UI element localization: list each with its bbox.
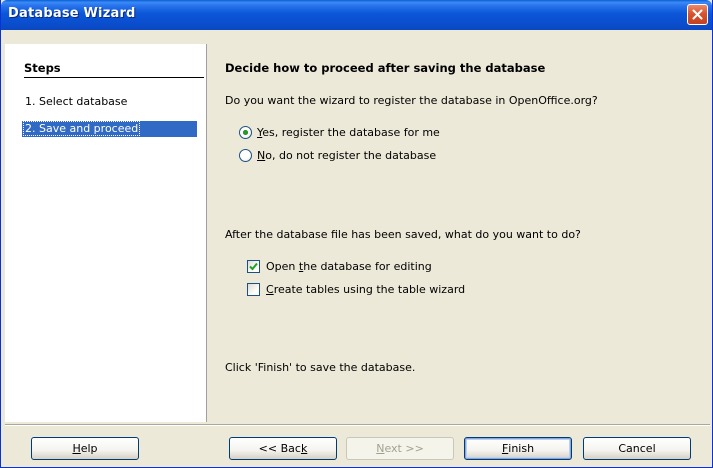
- radio-register-yes[interactable]: Yes, register the database for me: [239, 124, 440, 140]
- help-button[interactable]: Help: [31, 437, 139, 460]
- window-title: Database Wizard: [8, 6, 136, 21]
- radio-button[interactable]: [239, 125, 252, 139]
- content-area: Decide how to proceed after saving the d…: [207, 44, 712, 422]
- bottom-separator: [5, 424, 710, 426]
- back-button[interactable]: << Bac k: [229, 437, 337, 460]
- finish-hint: Click 'Finish' to save the database.: [225, 361, 416, 374]
- checkbox-create-tables[interactable]: Create tables using the table wizard: [247, 281, 465, 297]
- checkbox-open-for-editing[interactable]: Open the database for editing: [247, 258, 432, 274]
- radio-label: No, do not register the database: [257, 148, 437, 162]
- checkbox-label: Open the database for editing: [266, 259, 432, 273]
- step-save-and-proceed[interactable]: 2. Save and proceed: [22, 121, 197, 137]
- checkbox[interactable]: [247, 259, 260, 273]
- radio-register-no[interactable]: No, do not register the database: [239, 147, 436, 163]
- checkbox[interactable]: [247, 282, 260, 296]
- step-label: 2. Save and proceed: [23, 121, 141, 136]
- radio-selected-dot: [243, 129, 248, 135]
- step-label: 1. Select database: [25, 95, 128, 108]
- steps-panel: Steps 1. Select database 2. Save and pro…: [5, 44, 207, 422]
- close-icon: [692, 9, 703, 20]
- title-bar[interactable]: Database Wizard: [1, 0, 712, 30]
- steps-heading: Steps: [24, 61, 204, 78]
- page-title: Decide how to proceed after saving the d…: [225, 61, 546, 75]
- database-wizard-window: Database Wizard Steps 1. Select database…: [0, 0, 713, 468]
- next-button[interactable]: Next >>: [346, 437, 454, 460]
- after-save-question: After the database file has been saved, …: [225, 228, 581, 241]
- close-button[interactable]: [687, 4, 708, 25]
- step-select-database[interactable]: 1. Select database: [22, 94, 197, 110]
- cancel-button[interactable]: Cancel: [583, 437, 691, 460]
- check-mark-icon: [249, 262, 258, 270]
- radio-label: Yes, register the database for me: [257, 125, 440, 139]
- checkbox-label: Create tables using the table wizard: [266, 282, 466, 296]
- radio-button[interactable]: [239, 148, 252, 162]
- register-question: Do you want the wizard to register the d…: [225, 94, 598, 107]
- finish-button[interactable]: Finish: [464, 437, 572, 460]
